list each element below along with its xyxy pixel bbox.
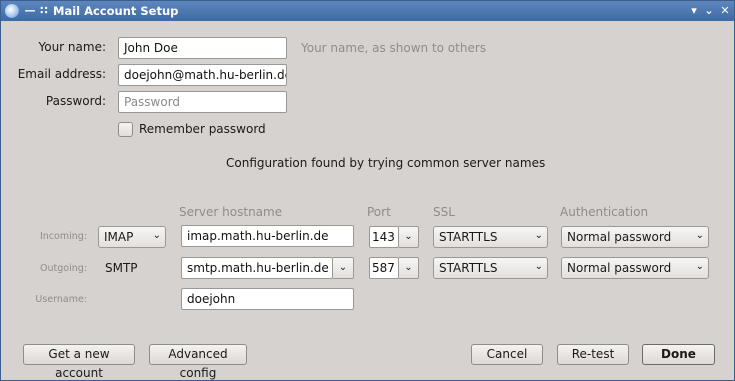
- email-label: Email address:: [17, 67, 106, 81]
- outgoing-ssl-select[interactable]: STARTTLS ⌄: [433, 257, 548, 279]
- password-field[interactable]: Password: [118, 91, 287, 113]
- incoming-protocol-value: IMAP: [104, 230, 134, 244]
- outgoing-hostname-dropdown-icon[interactable]: ⌄: [333, 257, 354, 279]
- incoming-port-field[interactable]: 143: [369, 226, 399, 248]
- username-field[interactable]: doejohn: [181, 288, 354, 310]
- incoming-port-dropdown-icon[interactable]: ⌄: [399, 226, 419, 248]
- outgoing-label: Outgoing:: [40, 263, 87, 274]
- chevron-down-icon: ⌄: [534, 230, 543, 241]
- window-title: Mail Account Setup: [53, 4, 179, 18]
- get-new-account-button[interactable]: Get a new account: [23, 344, 135, 380]
- username-label: Username:: [35, 294, 87, 305]
- menu-down-icon[interactable]: ▾: [687, 3, 701, 19]
- incoming-protocol-select[interactable]: IMAP ⌄: [98, 226, 166, 248]
- outgoing-port-dropdown-icon[interactable]: ⌄: [399, 257, 419, 279]
- name-label: Your name:: [38, 40, 106, 54]
- retest-button[interactable]: Re-test: [557, 344, 629, 365]
- column-authentication: Authentication: [560, 205, 649, 219]
- incoming-hostname-field[interactable]: imap.math.hu-berlin.de: [181, 225, 354, 247]
- email-field[interactable]: doejohn@math.hu-berlin.de: [118, 64, 287, 86]
- chevron-down-icon: ⌄: [534, 261, 543, 272]
- column-port: Port: [367, 205, 391, 219]
- close-icon[interactable]: ✕: [718, 3, 732, 19]
- mail-account-setup-window: — ∷ Mail Account Setup ▾ ⌄ ✕ Your name: …: [0, 0, 735, 381]
- minimize-bar-icon[interactable]: —: [23, 3, 37, 19]
- outgoing-protocol: SMTP: [105, 261, 138, 275]
- title-bar: — ∷ Mail Account Setup ▾ ⌄ ✕: [1, 1, 734, 21]
- incoming-auth-value: Normal password: [567, 230, 672, 244]
- grip-icon[interactable]: ∷: [37, 3, 51, 19]
- name-hint: Your name, as shown to others: [301, 41, 487, 55]
- incoming-label: Incoming:: [39, 231, 87, 242]
- incoming-auth-select[interactable]: Normal password ⌄: [561, 226, 709, 248]
- outgoing-ssl-value: STARTTLS: [439, 261, 498, 275]
- outgoing-port-field[interactable]: 587: [369, 257, 399, 279]
- minimize-icon[interactable]: ⌄: [702, 3, 716, 19]
- outgoing-hostname-field[interactable]: smtp.math.hu-berlin.de: [181, 257, 333, 279]
- cancel-button[interactable]: Cancel: [471, 344, 543, 365]
- column-ssl: SSL: [433, 205, 455, 219]
- column-hostname: Server hostname: [179, 205, 283, 219]
- outgoing-auth-select[interactable]: Normal password ⌄: [561, 257, 709, 279]
- chevron-down-icon: ⌄: [695, 230, 704, 241]
- password-label: Password:: [45, 94, 106, 108]
- chevron-down-icon: ⌄: [152, 230, 161, 241]
- done-button[interactable]: Done: [642, 344, 715, 365]
- incoming-ssl-select[interactable]: STARTTLS ⌄: [433, 226, 548, 248]
- status-message: Configuration found by trying common ser…: [226, 156, 546, 170]
- advanced-config-button[interactable]: Advanced config: [149, 344, 247, 380]
- outgoing-auth-value: Normal password: [567, 261, 672, 275]
- remember-password-label[interactable]: Remember password: [139, 122, 266, 136]
- thunderbird-app-icon[interactable]: [5, 4, 19, 18]
- incoming-ssl-value: STARTTLS: [439, 230, 498, 244]
- name-field[interactable]: John Doe: [118, 37, 287, 59]
- chevron-down-icon: ⌄: [695, 261, 704, 272]
- remember-password-checkbox[interactable]: [118, 122, 133, 137]
